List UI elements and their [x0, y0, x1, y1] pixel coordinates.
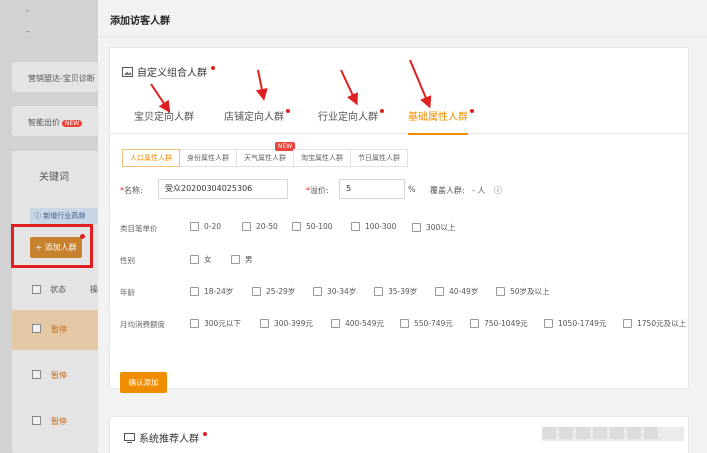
- new-badge: NEW: [62, 120, 83, 127]
- confirm-add-button[interactable]: 确认添加: [120, 372, 167, 393]
- tab-shop-crowd[interactable]: 店铺定向人群: [224, 109, 290, 134]
- row-status: 暂停: [51, 417, 67, 426]
- annotation-dot: [380, 109, 384, 113]
- premium-unit: %: [408, 185, 416, 194]
- image-icon: [122, 66, 133, 77]
- coverage-value: - 人: [472, 186, 486, 195]
- option-checkbox[interactable]: 1750元及以上: [623, 318, 686, 329]
- subtab-taobao[interactable]: 淘宝属性人群: [293, 149, 351, 167]
- bg-promo-card: 营销盟达-宝贝诊断: [12, 62, 98, 92]
- drawer-title: 添加访客人群: [110, 16, 170, 27]
- bg-dash-2: -: [26, 27, 29, 36]
- row-checkbox[interactable]: [32, 324, 41, 333]
- subtab-holiday[interactable]: 节日属性人群: [350, 149, 408, 167]
- bg-info-banner: ⓘ 新增行业高频: [30, 208, 98, 224]
- option-checkbox[interactable]: 女: [190, 254, 212, 265]
- tab-basic-attribute-crowd[interactable]: 基础属性人群: [408, 109, 474, 135]
- option-checkbox[interactable]: 30-34岁: [313, 286, 356, 297]
- custom-panel-title-text: 自定义组合人群: [137, 68, 207, 79]
- question-circle-icon[interactable]: ⓘ: [494, 185, 502, 196]
- price-group-label: 类目笔单价: [120, 224, 158, 233]
- annotation-dot: [470, 109, 474, 113]
- status-header-2: 操: [90, 285, 98, 294]
- bg-keyword-card: 关键词: [12, 151, 98, 453]
- subtab-identity[interactable]: 身份属性人群: [179, 149, 237, 167]
- annotation-dot: [211, 65, 215, 70]
- option-checkbox[interactable]: 100-300: [351, 222, 396, 231]
- option-checkbox[interactable]: 18-24岁: [190, 286, 233, 297]
- coverage-label: 覆盖人群:: [430, 186, 465, 195]
- row-checkbox[interactable]: [32, 416, 41, 425]
- option-checkbox[interactable]: 0-20: [190, 222, 221, 231]
- option-checkbox[interactable]: 20-50: [242, 222, 278, 231]
- premium-input[interactable]: 5: [339, 179, 405, 199]
- name-label: *名称:: [120, 186, 143, 195]
- name-input[interactable]: 受众20200304025306: [158, 179, 288, 199]
- annotation-dot: [203, 431, 207, 436]
- option-checkbox[interactable]: 1050-1749元: [544, 318, 606, 329]
- custom-panel-title: 自定义组合人群: [122, 64, 215, 79]
- option-checkbox[interactable]: 550-749元: [400, 318, 453, 329]
- option-checkbox[interactable]: 400-549元: [331, 318, 384, 329]
- background-page: - - 营销盟达-宝贝诊断 智能出价 NEW 关键词 ⓘ 新增行业高频 + 添加人…: [0, 0, 98, 453]
- subtab-demographic[interactable]: 人口属性人群: [122, 149, 180, 167]
- option-checkbox[interactable]: 男: [231, 254, 253, 265]
- option-checkbox[interactable]: 300-399元: [260, 318, 313, 329]
- monitor-icon: [124, 432, 135, 443]
- add-visitor-crowd-drawer: 添加访客人群 自定义组合人群 宝贝定向人群 店铺定向人群 行业定向人群 基础属性…: [98, 0, 707, 453]
- option-checkbox[interactable]: 50-100: [292, 222, 333, 231]
- annotation-dot: [286, 109, 290, 113]
- bg-dash-1: -: [26, 6, 29, 15]
- subtab-weather[interactable]: 天气属性人群 NEW: [236, 142, 296, 167]
- option-checkbox[interactable]: 40-49岁: [435, 286, 478, 297]
- blurred-watermark: [542, 427, 684, 441]
- row-status: 暂停: [51, 325, 67, 334]
- info-icon: ⓘ: [34, 212, 44, 220]
- bg-promo-text: 营销盟达-宝贝诊断: [28, 74, 95, 83]
- spending-group-label: 月均消费额度: [120, 320, 165, 329]
- system-panel-title-text: 系统推荐人群: [139, 434, 199, 445]
- tab-product-crowd[interactable]: 宝贝定向人群: [134, 110, 194, 134]
- option-checkbox[interactable]: 35-39岁: [374, 286, 417, 297]
- option-checkbox[interactable]: 50岁及以上: [496, 286, 550, 297]
- option-checkbox[interactable]: 25-29岁: [252, 286, 295, 297]
- option-checkbox[interactable]: 300元以下: [190, 318, 241, 329]
- bg-smart-bid: 智能出价 NEW: [28, 117, 83, 128]
- row-status: 暂停: [51, 371, 67, 380]
- attribute-subtabs: 人口属性人群 身份属性人群 天气属性人群 NEW 淘宝属性人群 节日属性人群: [122, 142, 408, 167]
- status-header: 状态: [50, 285, 66, 294]
- option-checkbox[interactable]: 750-1049元: [470, 318, 528, 329]
- select-all-checkbox[interactable]: [32, 285, 41, 294]
- divider: [98, 36, 707, 37]
- custom-crowd-panel: 自定义组合人群 宝贝定向人群 店铺定向人群 行业定向人群 基础属性人群 人口属性…: [109, 47, 690, 393]
- age-group-label: 年龄: [120, 288, 135, 297]
- annotation-highlight-box: [11, 224, 93, 268]
- gender-group-label: 性别: [120, 256, 135, 265]
- row-checkbox[interactable]: [32, 370, 41, 379]
- system-panel-title: 系统推荐人群: [124, 430, 207, 445]
- crowd-type-tabs: 宝贝定向人群 店铺定向人群 行业定向人群 基础属性人群: [110, 109, 690, 135]
- option-checkbox[interactable]: 300以上: [412, 222, 455, 233]
- premium-label: *溢价:: [306, 186, 329, 195]
- tab-industry-crowd[interactable]: 行业定向人群: [318, 109, 384, 134]
- bg-smart-bid-card: 智能出价 NEW: [12, 106, 98, 136]
- bg-keyword-label: 关键词: [39, 172, 69, 183]
